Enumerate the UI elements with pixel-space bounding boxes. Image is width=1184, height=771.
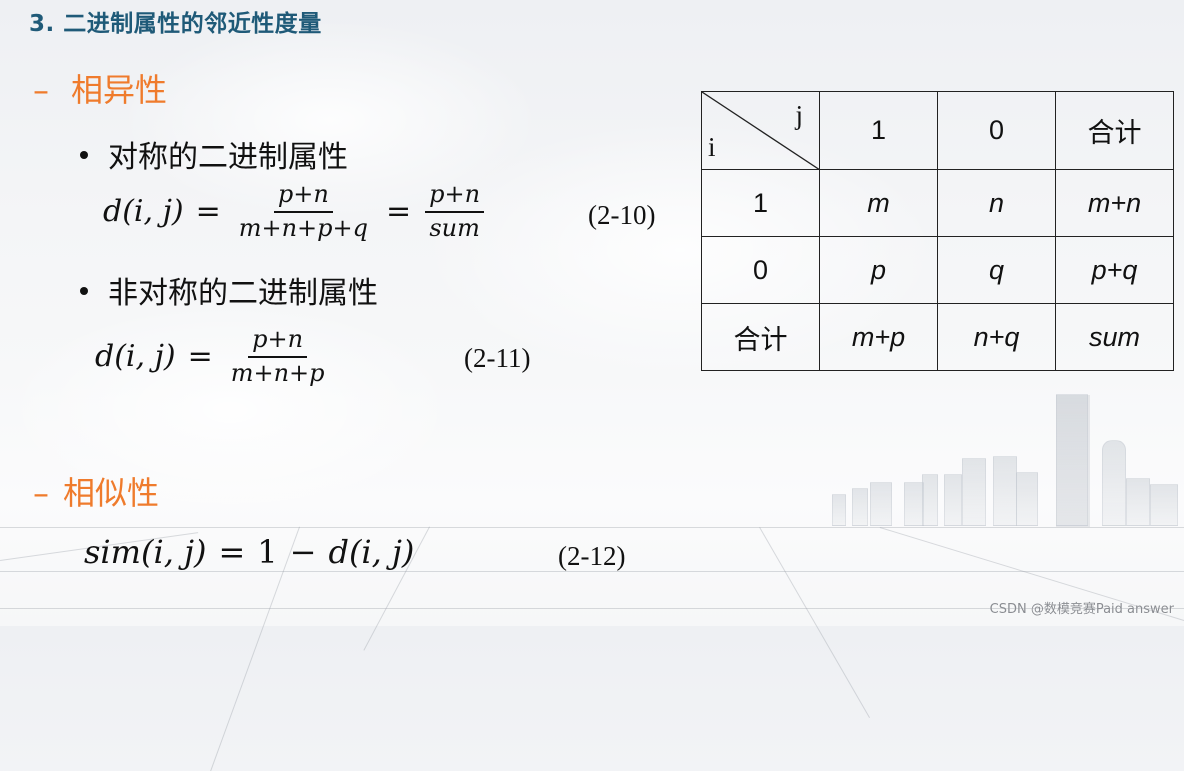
formula-lhs: d(i, j) <box>95 339 176 375</box>
table-cell: p <box>819 236 938 304</box>
contingency-table: j i 1 0 合计 1 m n m+n 0 p q p+q 合计 m+p n+… <box>701 91 1174 371</box>
table-cell: m+n <box>1055 169 1174 237</box>
formula-rhs-d: d(i, j) <box>328 533 415 571</box>
asymmetric-binary-label: 非对称的二进制属性 <box>108 276 378 311</box>
dash-marker: – <box>33 71 49 109</box>
row-header: 0 <box>701 236 820 304</box>
minus-sign: − <box>289 533 317 571</box>
table-header-row: j i 1 0 合计 <box>701 91 1174 170</box>
slide-title: 3. 二进制属性的邻近性度量 <box>29 11 322 37</box>
column-header: 合计 <box>1055 91 1174 170</box>
table-row: 合计 m+p n+q sum <box>701 303 1174 371</box>
column-header: 0 <box>937 91 1056 170</box>
fraction-denominator: sum <box>429 213 480 242</box>
equation-number-2-12: (2-12) <box>558 541 626 571</box>
table-cell: n <box>937 169 1056 237</box>
fraction-2: p+n sum <box>425 180 485 242</box>
dash-marker: – <box>33 474 49 512</box>
fraction-denominator: m+n+p <box>230 358 325 387</box>
formula-symmetric: d(i, j) = p+n m+n+p+q = p+n sum <box>103 180 486 242</box>
fraction: p+n m+n+p <box>227 325 329 387</box>
fraction-denominator: m+n+p+q <box>238 213 369 242</box>
equals-sign: = <box>386 194 412 230</box>
symmetric-binary-label: 对称的二进制属性 <box>108 140 348 175</box>
row-header: 合计 <box>701 303 820 371</box>
symmetric-binary-bullet: 对称的二进制属性 <box>80 132 348 176</box>
equals-sign: = <box>195 194 221 230</box>
equals-sign: = <box>187 339 213 375</box>
fraction-numerator: p+n <box>248 325 308 358</box>
similarity-label: 相似性 <box>63 474 160 512</box>
column-header: 1 <box>819 91 938 170</box>
table-corner-cell: j i <box>701 91 820 170</box>
row-header: 1 <box>701 169 820 237</box>
fraction-numerator: p+n <box>425 180 485 213</box>
similarity-heading: – 相似性 <box>33 468 159 514</box>
formula-lhs: d(i, j) <box>103 194 184 230</box>
table-cell: n+q <box>937 303 1056 371</box>
fraction-1: p+n m+n+p+q <box>235 180 372 242</box>
dissimilarity-label: 相异性 <box>71 71 168 109</box>
table-cell: m+p <box>819 303 938 371</box>
column-variable-label: j <box>795 100 803 130</box>
watermark: CSDN @数模竞赛Paid answer <box>989 602 1174 617</box>
equation-number-2-11: (2-11) <box>464 343 531 373</box>
constant-one: 1 <box>257 533 278 571</box>
formula-asymmetric: d(i, j) = p+n m+n+p <box>95 325 331 387</box>
row-variable-label: i <box>708 132 716 162</box>
equation-number-2-10: (2-10) <box>588 200 656 230</box>
table-row: 0 p q p+q <box>701 236 1174 304</box>
table-row: 1 m n m+n <box>701 169 1174 237</box>
table-cell: p+q <box>1055 236 1174 304</box>
bullet-dot <box>80 286 88 295</box>
table-cell: m <box>819 169 938 237</box>
table-cell: q <box>937 236 1056 304</box>
formula-similarity: sim(i, j) = 1 − d(i, j) <box>84 533 414 571</box>
fraction-numerator: p+n <box>273 180 333 213</box>
dissimilarity-heading: – 相异性 <box>33 65 167 111</box>
asymmetric-binary-bullet: 非对称的二进制属性 <box>80 268 378 312</box>
formula-lhs: sim(i, j) <box>84 533 207 571</box>
table-cell: sum <box>1055 303 1174 371</box>
bullet-dot <box>80 150 88 159</box>
equals-sign: = <box>218 533 246 571</box>
